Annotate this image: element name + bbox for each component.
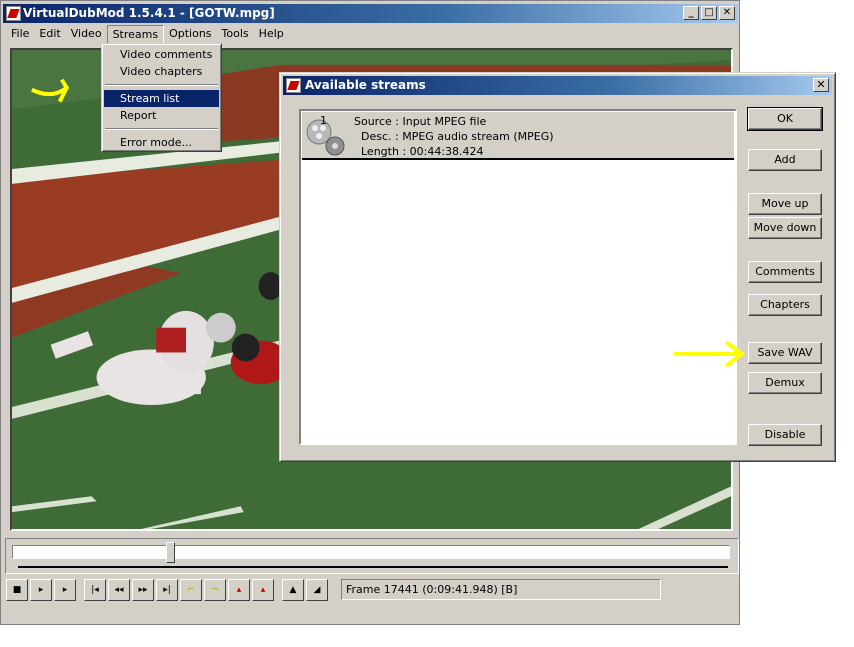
save-wav-button[interactable]: Save WAV <box>748 342 822 364</box>
menu-item-report[interactable]: Report <box>104 107 219 124</box>
prev-scene-icon[interactable]: ▴ <box>228 579 250 601</box>
menu-video[interactable]: Video <box>66 24 107 44</box>
seek-thumb[interactable] <box>166 542 175 563</box>
forward-button[interactable]: ▸▸ <box>132 579 154 601</box>
next-keyframe-icon[interactable]: ¬ <box>204 579 226 601</box>
stream-desc: Desc. : MPEG audio stream (MPEG) <box>361 130 554 143</box>
selection-bar <box>18 566 728 568</box>
play-output-button[interactable]: ▸ <box>54 579 76 601</box>
minimize-button[interactable]: _ <box>683 6 699 20</box>
title-bar[interactable]: VirtualDubMod 1.5.4.1 - [GOTW.mpg] _ □ ✕ <box>3 4 738 23</box>
window-title: VirtualDubMod 1.5.4.1 - [GOTW.mpg] <box>23 6 275 20</box>
stop-button[interactable]: ■ <box>6 579 28 601</box>
stream-length: Length : 00:44:38.424 <box>361 145 484 158</box>
move-up-button[interactable]: Move up <box>748 193 822 215</box>
menu-item-stream-list[interactable]: Stream list <box>104 90 219 107</box>
dialog-app-icon <box>286 78 301 93</box>
menu-edit[interactable]: Edit <box>34 24 65 44</box>
dialog-title: Available streams <box>305 78 426 92</box>
menu-separator <box>105 128 218 130</box>
start-button[interactable]: |◂ <box>84 579 106 601</box>
menu-separator <box>105 84 218 86</box>
next-scene-icon[interactable]: ▴ <box>252 579 274 601</box>
move-down-button[interactable]: Move down <box>748 217 822 239</box>
chapters-button[interactable]: Chapters <box>748 294 822 316</box>
app-icon[interactable] <box>6 6 21 21</box>
disable-button[interactable]: Disable <box>748 424 822 446</box>
stream-number: 1 <box>320 114 327 127</box>
maximize-button[interactable]: □ <box>701 6 717 20</box>
menu-streams[interactable]: Streams <box>106 25 165 44</box>
dialog-close-button[interactable]: ✕ <box>813 78 829 92</box>
frame-status: Frame 17441 (0:09:41.948) [B] <box>341 579 661 600</box>
menu-options[interactable]: Options <box>164 24 216 44</box>
prev-keyframe-icon[interactable]: ⌐ <box>180 579 202 601</box>
close-button[interactable]: ✕ <box>719 6 735 20</box>
menu-item-error-mode[interactable]: Error mode... <box>104 134 219 151</box>
menu-help[interactable]: Help <box>254 24 289 44</box>
annotation-arrow-icon <box>674 340 746 368</box>
stream-list-item[interactable]: 1 Source : Input MPEG file Desc. : MPEG … <box>302 112 734 160</box>
dialog-title-bar[interactable]: Available streams ✕ <box>283 76 832 95</box>
menu-tools[interactable]: Tools <box>217 24 254 44</box>
add-button[interactable]: Add <box>748 149 822 171</box>
menu-bar: File Edit Video Streams Options Tools He… <box>3 24 289 44</box>
demux-button[interactable]: Demux <box>748 372 822 394</box>
mark-in-button[interactable]: ▲ <box>282 579 304 601</box>
menu-item-video-comments[interactable]: Video comments <box>104 46 219 63</box>
streams-menu-dropdown: Video comments Video chapters Stream lis… <box>101 43 222 152</box>
back-button[interactable]: ◂◂ <box>108 579 130 601</box>
playback-toolbar: ■ ▸ ▸ |◂ ◂◂ ▸▸ ▸| ⌐ ¬ ▴ ▴ ▲ ◢ <box>6 579 330 601</box>
stream-source: Source : Input MPEG file <box>354 115 487 128</box>
mark-out-button[interactable]: ◢ <box>306 579 328 601</box>
menu-item-video-chapters[interactable]: Video chapters <box>104 63 219 80</box>
menu-file[interactable]: File <box>6 24 34 44</box>
seek-track[interactable] <box>12 545 730 559</box>
play-input-button[interactable]: ▸ <box>30 579 52 601</box>
seek-area <box>5 538 739 574</box>
comments-button[interactable]: Comments <box>748 261 822 283</box>
available-streams-dialog: Available streams ✕ 1 Source : Input MPE… <box>279 72 836 462</box>
stream-list[interactable]: 1 Source : Input MPEG file Desc. : MPEG … <box>299 109 737 445</box>
ok-button[interactable]: OK <box>747 107 823 131</box>
end-button[interactable]: ▸| <box>156 579 178 601</box>
